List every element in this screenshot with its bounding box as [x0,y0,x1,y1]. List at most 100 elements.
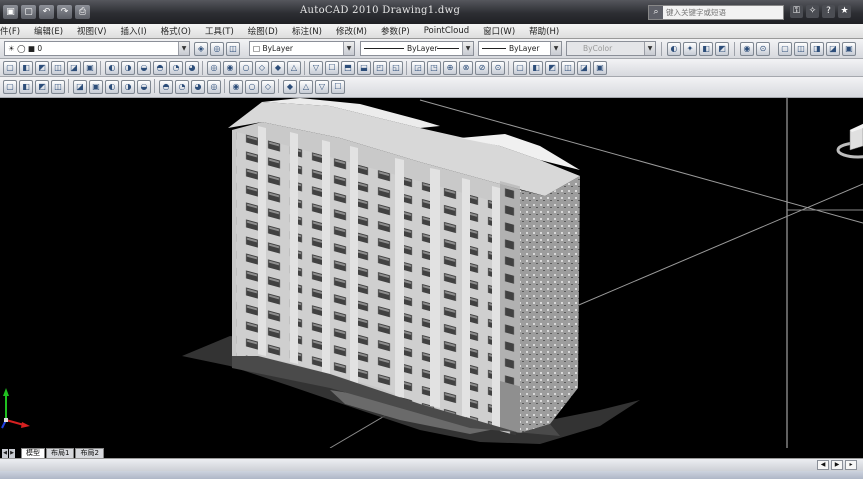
wedge-icon[interactable]: ◪ [73,80,87,94]
menu-help[interactable]: 帮助(H) [529,25,559,37]
array3d-icon[interactable]: ▽ [315,80,329,94]
help-icon[interactable]: ? [822,5,835,18]
app-menu-icon[interactable]: ▣ [3,5,18,19]
mirror-icon[interactable]: ⊗ [459,61,473,75]
hatch-icon[interactable]: △ [287,61,301,75]
rectangle-icon[interactable]: ◇ [255,61,269,75]
align-icon[interactable]: ◆ [283,80,297,94]
render-icon[interactable]: ◓ [153,61,167,75]
copy-icon[interactable]: ◲ [411,61,425,75]
visual-style-icon[interactable]: ◔ [169,61,183,75]
menu-edit[interactable]: 编辑(E) [34,25,63,37]
fillet-icon[interactable]: ◩ [545,61,559,75]
menu-insert[interactable]: 插入(I) [121,25,147,37]
materials-icon[interactable]: ◧ [699,42,713,56]
menu-file[interactable]: 件(F) [0,25,20,37]
arc-icon[interactable]: ○ [239,61,253,75]
view-top-icon[interactable]: ◫ [794,42,808,56]
view-back-icon[interactable]: ▣ [842,42,856,56]
slice-icon[interactable]: ◉ [229,80,243,94]
star-icon[interactable]: ★ [838,5,851,18]
layer-state-icon[interactable]: ◈ [194,42,208,56]
drawing-viewport[interactable] [0,98,863,448]
walk-icon[interactable]: ⊙ [756,42,770,56]
torus-icon[interactable]: ▣ [89,80,103,94]
print-icon[interactable]: ⎙ [75,5,90,19]
tab-model[interactable]: 模型 [21,448,45,458]
tab-prev-arrow-icon[interactable]: ▶ [9,449,15,458]
extrude-icon[interactable]: ◐ [105,80,119,94]
make-current-icon[interactable]: ◎ [210,42,224,56]
orbit-icon[interactable]: ◒ [137,61,151,75]
layer-icon[interactable]: ◕ [185,61,199,75]
rotate-icon[interactable]: ◳ [427,61,441,75]
scroll-right-icon[interactable]: ▶ [831,460,843,470]
scroll-end-icon[interactable]: ▸ [845,460,857,470]
search-input[interactable] [663,8,781,17]
favorites-icon[interactable]: ✧ [806,5,819,18]
menu-view[interactable]: 视图(V) [77,25,106,37]
explode-icon[interactable]: ◪ [577,61,591,75]
undo-icon[interactable]: ↶ [39,5,54,19]
view-side-icon[interactable]: ◨ [810,42,824,56]
menu-modify[interactable]: 修改(M) [336,25,367,37]
block-icon[interactable]: ⬓ [357,61,371,75]
sweep-icon[interactable]: ◒ [137,80,151,94]
tab-layout1[interactable]: 布局1 [46,448,75,458]
circle-icon[interactable]: ◉ [223,61,237,75]
chevron-down-icon[interactable]: ▼ [644,42,655,55]
extend-icon[interactable]: ◧ [529,61,543,75]
revolve-icon[interactable]: ◑ [121,80,135,94]
text-icon[interactable]: ☐ [325,61,339,75]
viewcube-icon[interactable] [836,123,863,159]
line-icon[interactable]: ◎ [207,61,221,75]
new-icon[interactable]: ▢ [3,61,17,75]
render-icon[interactable]: ◩ [715,42,729,56]
new-file-icon[interactable]: ▢ [21,5,36,19]
intersect-icon[interactable]: ◎ [207,80,221,94]
cone-icon[interactable]: ◫ [51,80,65,94]
scroll-left-icon[interactable]: ◀ [817,460,829,470]
section-icon[interactable]: ☐ [331,80,345,94]
chevron-down-icon[interactable]: ▼ [178,42,189,55]
loft-icon[interactable]: ◓ [159,80,173,94]
menu-draw[interactable]: 绘图(D) [248,25,278,37]
redo-icon[interactable]: ▣ [83,61,97,75]
save-icon[interactable]: ◩ [35,61,49,75]
menu-tools[interactable]: 工具(T) [205,25,234,37]
layer-combo[interactable]: ☀ ◯ ■ 0 ▼ [4,41,190,56]
tab-first-arrow-icon[interactable]: ◀ [2,449,8,458]
move-icon[interactable]: ◱ [389,61,403,75]
polygon-icon[interactable]: ◆ [271,61,285,75]
search-icon[interactable]: ⌕ [649,6,663,19]
communication-center-icon[interactable]: ⚿ [790,5,803,18]
view-iso-icon[interactable]: ◪ [826,42,840,56]
array-icon[interactable]: ⊙ [491,61,505,75]
menu-parametric[interactable]: 参数(P) [381,25,410,37]
offset-icon[interactable]: ⊘ [475,61,489,75]
tab-layout2[interactable]: 布局2 [75,448,104,458]
trim-icon[interactable]: ▢ [513,61,527,75]
lights-icon[interactable]: ✦ [683,42,697,56]
linetype-combo[interactable]: ByLayer ▼ [360,41,474,56]
print-icon[interactable]: ◫ [51,61,65,75]
subtract-icon[interactable]: ◕ [191,80,205,94]
union-icon[interactable]: ◔ [175,80,189,94]
redo-icon[interactable]: ↷ [57,5,72,19]
move3d-icon[interactable]: ○ [245,80,259,94]
insert-icon[interactable]: ⬒ [341,61,355,75]
scale-icon[interactable]: ⊕ [443,61,457,75]
menu-format[interactable]: 格式(O) [161,25,191,37]
chamfer-icon[interactable]: ◫ [561,61,575,75]
view-front-icon[interactable]: ▢ [778,42,792,56]
pan-icon[interactable]: ◐ [105,61,119,75]
menu-pointcloud[interactable]: PointCloud [424,26,469,36]
mirror3d-icon[interactable]: △ [299,80,313,94]
chevron-down-icon[interactable]: ▼ [462,42,473,55]
layer-previous-icon[interactable]: ◫ [226,42,240,56]
region-icon[interactable]: ▽ [309,61,323,75]
lineweight-combo[interactable]: ByLayer ▼ [478,41,562,56]
cylinder-icon[interactable]: ◧ [19,80,33,94]
zoom-icon[interactable]: ◑ [121,61,135,75]
open-icon[interactable]: ◧ [19,61,33,75]
